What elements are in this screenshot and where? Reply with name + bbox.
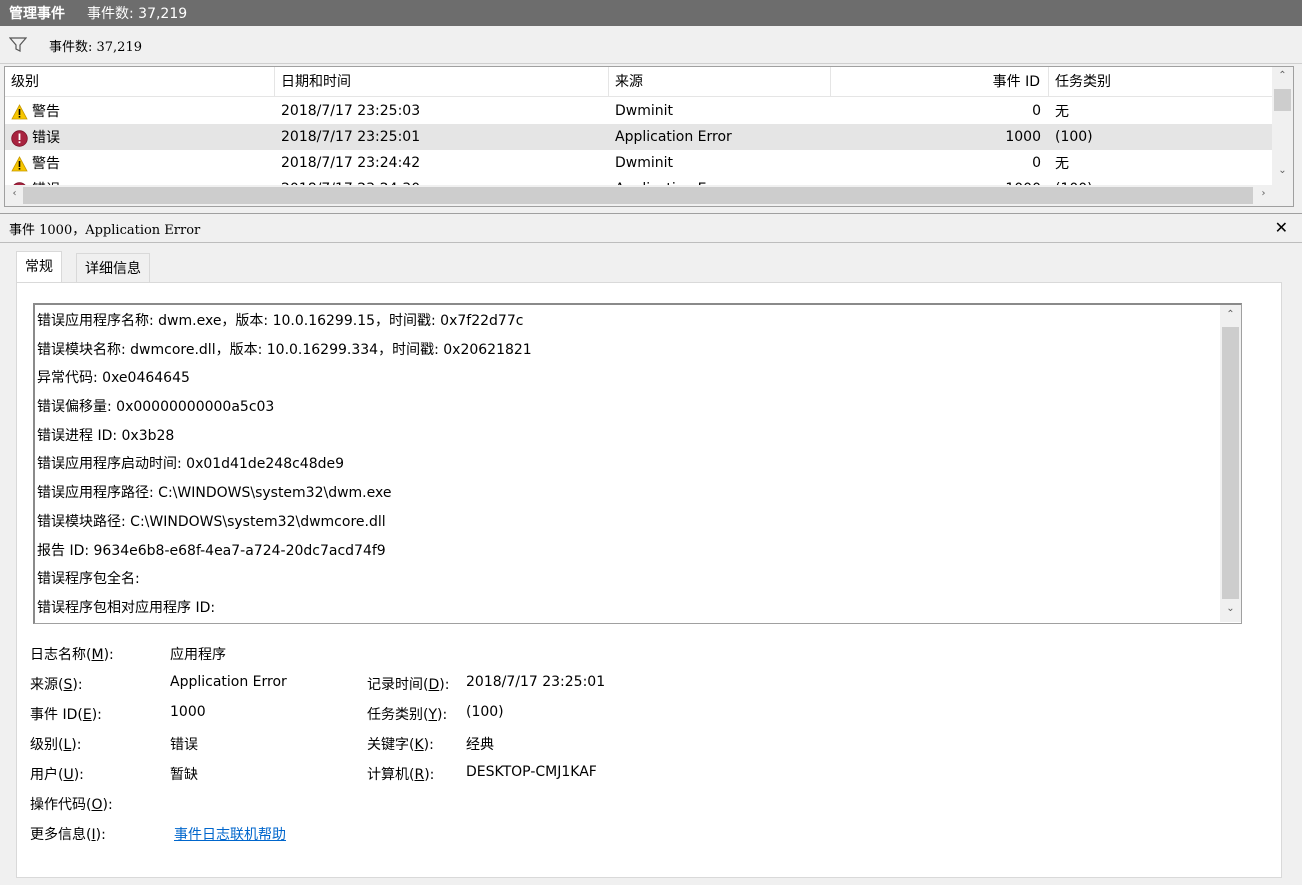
row-eventid: 1000 <box>1005 129 1041 145</box>
description-line: 错误偏移量: 0x00000000000a5c03 <box>37 399 275 416</box>
description-line: 错误应用程序路径: C:\WINDOWS\system32\dwm.exe <box>37 485 392 502</box>
computer-label: 计算机(R): <box>367 767 435 783</box>
row-datetime: 2018/7/17 23:25:03 <box>281 103 421 119</box>
scroll-corner <box>1272 185 1293 206</box>
column-level[interactable]: 级别 <box>5 67 275 97</box>
column-datetime[interactable]: 日期和时间 <box>275 67 609 97</box>
event-description[interactable]: 错误应用程序名称: dwm.exe，版本: 10.0.16299.15，时间戳:… <box>33 303 1242 624</box>
table-row[interactable]: 错误 2018/7/17 23:25:01 Application Error … <box>5 124 1273 150</box>
logname-value: 应用程序 <box>170 647 226 663</box>
scroll-right-icon[interactable]: › <box>1255 188 1272 199</box>
filter-count-label: 事件数: 37,219 <box>49 40 142 55</box>
vertical-scrollbar[interactable]: ⌃ ⌄ <box>1272 67 1293 185</box>
scroll-thumb[interactable] <box>23 187 1253 204</box>
opcode-label: 操作代码(O): <box>30 797 113 813</box>
source-label: 来源(S): <box>30 677 83 693</box>
view-title: 管理事件 <box>9 6 65 22</box>
table-row[interactable]: 警告 2018/7/17 23:25:03 Dwminit 0 无 <box>5 98 1273 124</box>
logged-label: 记录时间(D): <box>367 677 450 693</box>
online-help-link[interactable]: 事件日志联机帮助 <box>174 824 286 844</box>
row-level: 警告 <box>32 104 60 120</box>
column-task[interactable]: 任务类别 <box>1049 67 1273 97</box>
row-source: Application Error <box>615 129 732 145</box>
scroll-down-icon[interactable]: ⌄ <box>1222 603 1239 614</box>
user-label: 用户(U): <box>30 767 84 783</box>
scroll-up-icon[interactable]: ⌃ <box>1274 70 1291 81</box>
eventid-label: 事件 ID(E): <box>30 707 102 723</box>
row-source: Dwminit <box>615 155 674 171</box>
task-label: 任务类别(Y): <box>367 707 448 723</box>
logged-value: 2018/7/17 23:25:01 <box>466 674 606 690</box>
detail-title: 事件 1000，Application Error <box>9 222 201 238</box>
level-label: 级别(L): <box>30 737 82 753</box>
error-icon <box>11 129 28 147</box>
description-line: 错误应用程序启动时间: 0x01d41de248c48de9 <box>37 456 345 473</box>
scroll-left-icon[interactable]: ‹ <box>6 188 23 199</box>
horizontal-scrollbar[interactable]: ‹ › <box>5 185 1273 206</box>
scroll-down-icon[interactable]: ⌄ <box>1274 165 1291 176</box>
description-scrollbar[interactable]: ⌃ ⌄ <box>1220 305 1241 622</box>
description-line: 错误进程 ID: 0x3b28 <box>37 427 175 444</box>
column-source[interactable]: 来源 <box>609 67 831 97</box>
close-icon[interactable]: ✕ <box>1275 218 1288 237</box>
description-line: 异常代码: 0xe0464645 <box>37 370 190 387</box>
warning-icon <box>11 104 28 121</box>
row-eventid: 0 <box>1032 103 1041 119</box>
row-eventid: 0 <box>1032 155 1041 171</box>
general-panel: 错误应用程序名称: dwm.exe，版本: 10.0.16299.15，时间戳:… <box>16 282 1282 878</box>
task-value: (100) <box>466 704 504 720</box>
event-count: 事件数: 37,219 <box>87 6 188 22</box>
event-list[interactable]: 级别 日期和时间 来源 事件 ID 任务类别 警告 2018/7/17 23:2… <box>4 66 1294 207</box>
row-task: 无 <box>1055 104 1069 120</box>
description-line: 错误程序包全名: <box>37 571 140 588</box>
description-line: 错误模块路径: C:\WINDOWS\system32\dwmcore.dll <box>37 513 386 530</box>
source-value: Application Error <box>170 674 287 690</box>
tab-general[interactable]: 常规 <box>16 251 62 283</box>
computer-value: DESKTOP-CMJ1KAF <box>466 764 597 780</box>
column-header: 级别 日期和时间 来源 事件 ID 任务类别 <box>5 67 1273 97</box>
warning-icon <box>11 156 28 173</box>
row-source: Dwminit <box>615 103 674 119</box>
filter-icon[interactable] <box>8 36 28 56</box>
filter-bar: 事件数: 37,219 <box>0 28 1302 64</box>
level-value: 错误 <box>170 737 198 753</box>
column-eventid[interactable]: 事件 ID <box>831 67 1049 97</box>
description-line: 错误应用程序名称: dwm.exe，版本: 10.0.16299.15，时间戳:… <box>37 313 524 329</box>
user-value: 暂缺 <box>170 767 198 783</box>
description-line: 错误程序包相对应用程序 ID: <box>37 599 216 616</box>
row-datetime: 2018/7/17 23:24:42 <box>281 155 421 171</box>
moreinfo-label: 更多信息(I): <box>30 827 106 843</box>
keywords-value: 经典 <box>466 737 494 753</box>
description-line: 错误模块名称: dwmcore.dll，版本: 10.0.16299.334，时… <box>37 341 532 358</box>
eventid-value: 1000 <box>170 704 206 720</box>
table-row[interactable]: 警告 2018/7/17 23:24:42 Dwminit 0 无 <box>5 150 1273 176</box>
row-task: 无 <box>1055 156 1069 172</box>
scroll-thumb[interactable] <box>1274 89 1291 111</box>
logname-label: 日志名称(M): <box>30 647 114 663</box>
row-level: 警告 <box>32 156 60 172</box>
title-bar: 管理事件 事件数: 37,219 <box>0 0 1302 26</box>
scroll-up-icon[interactable]: ⌃ <box>1222 309 1239 320</box>
row-level: 错误 <box>32 130 60 146</box>
row-datetime: 2018/7/17 23:25:01 <box>281 129 421 145</box>
tab-details[interactable]: 详细信息 <box>76 253 150 283</box>
description-line: 报告 ID: 9634e6b8-e68f-4ea7-a724-20dc7acd7… <box>37 542 386 559</box>
keywords-label: 关键字(K): <box>367 737 434 753</box>
scroll-thumb[interactable] <box>1222 327 1239 599</box>
row-task: (100) <box>1055 129 1093 145</box>
detail-header: 事件 1000，Application Error ✕ <box>0 213 1302 243</box>
